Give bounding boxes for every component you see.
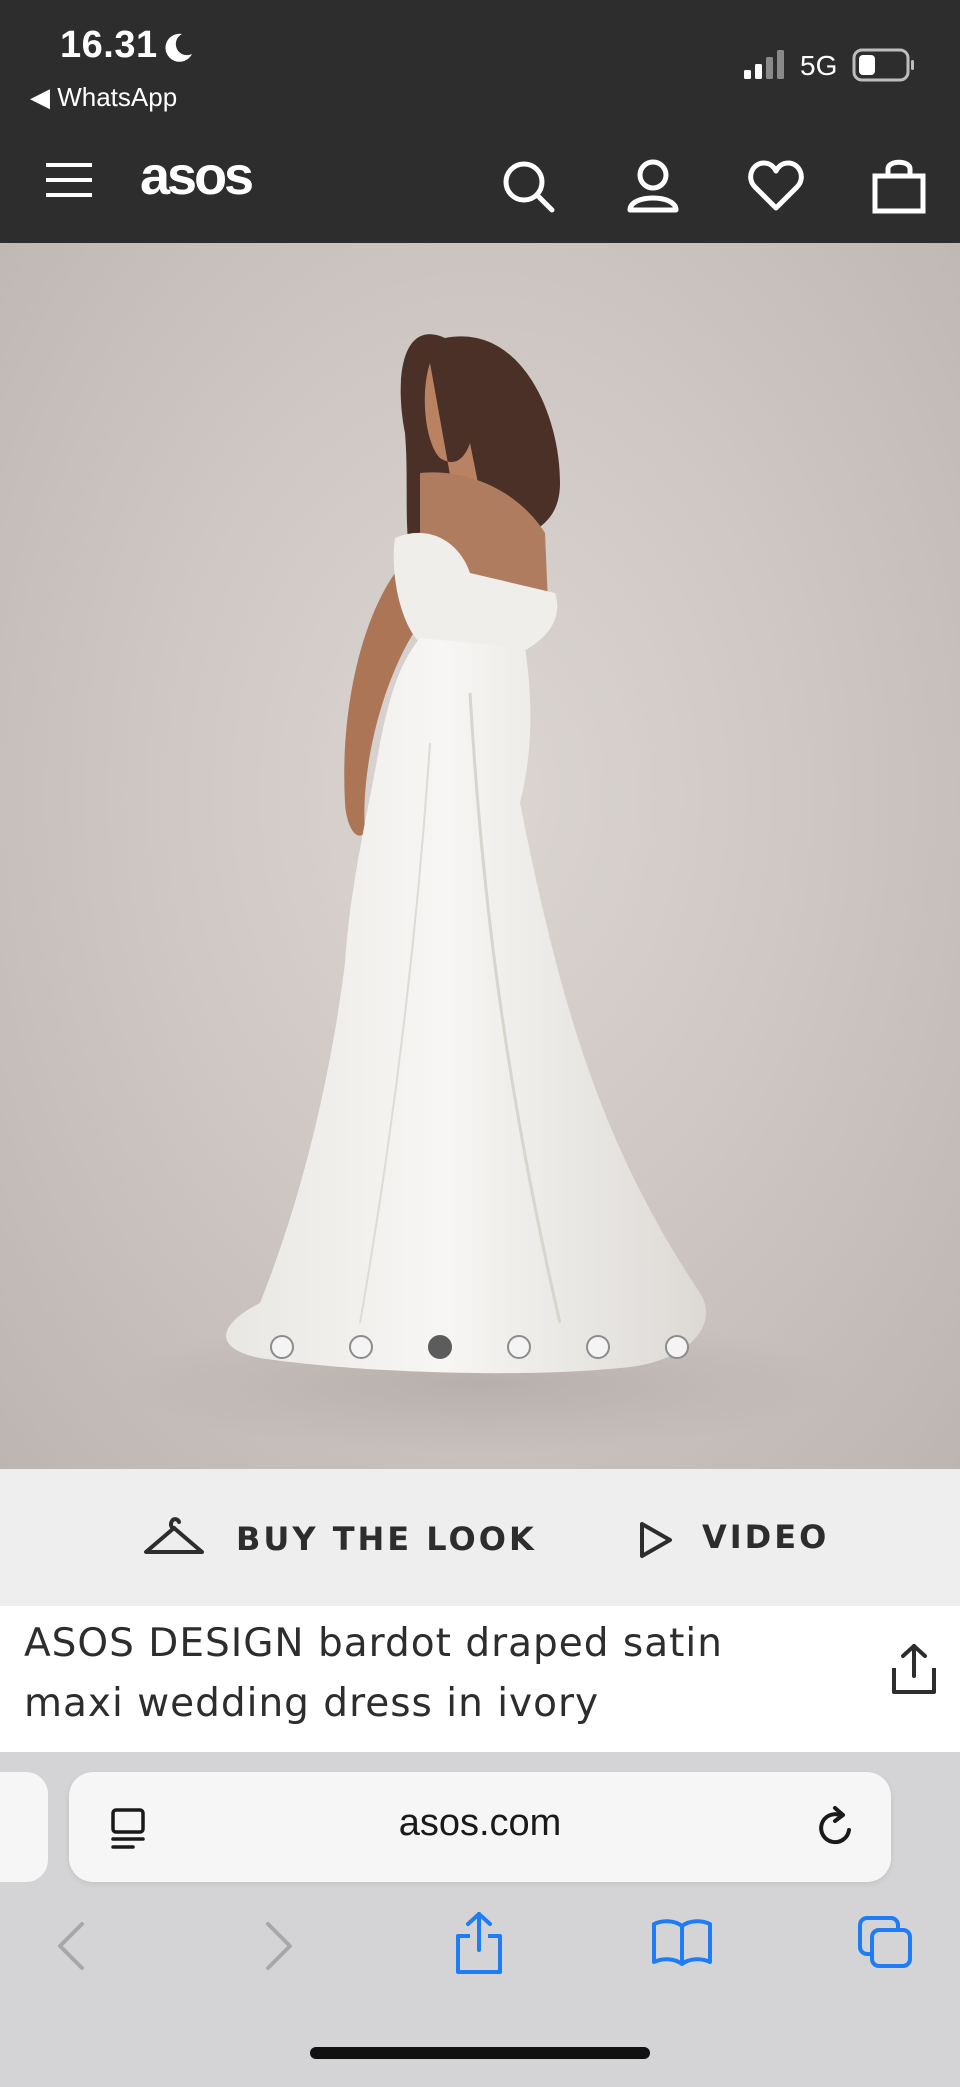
url-text: asos.com (398, 1802, 562, 1844)
back-icon[interactable] (54, 1920, 88, 1972)
back-to-app-link[interactable]: ◀ WhatsApp (30, 82, 177, 113)
previous-tab-preview[interactable] (0, 1772, 48, 1882)
gallery-dot-1[interactable] (270, 1335, 294, 1359)
share-sheet-icon[interactable] (452, 1910, 506, 1976)
bookmarks-icon[interactable] (650, 1916, 714, 1968)
home-indicator (310, 2047, 650, 2059)
status-time: 16.31 (60, 24, 158, 66)
product-info: ASOS DESIGN bardot draped satin maxi wed… (0, 1606, 960, 1752)
bag-icon[interactable] (872, 158, 926, 214)
gallery-dot-2[interactable] (349, 1335, 373, 1359)
video-button[interactable]: VIDEO (632, 1510, 842, 1570)
buy-the-look-button[interactable]: BUY THE LOOK (140, 1510, 534, 1570)
tabs-icon[interactable] (856, 1914, 916, 1972)
gallery-dot-3-active[interactable] (428, 1335, 452, 1359)
model-wedding-dress-photo (120, 334, 840, 1453)
network-label: 5G (800, 50, 838, 81)
buy-the-look-label: BUY THE LOOK (236, 1520, 537, 1558)
gallery-dot-4[interactable] (507, 1335, 531, 1359)
hanger-icon (144, 1517, 204, 1554)
play-icon (640, 1522, 672, 1558)
reload-icon[interactable] (813, 1804, 859, 1850)
forward-icon[interactable] (262, 1920, 296, 1972)
battery-icon (852, 48, 914, 82)
search-icon[interactable] (502, 160, 556, 214)
gallery-dot-5[interactable] (586, 1335, 610, 1359)
video-label: VIDEO (702, 1518, 830, 1556)
menu-icon[interactable] (46, 160, 94, 200)
signal-icon (744, 50, 784, 79)
product-image[interactable] (0, 243, 960, 1469)
asos-logo[interactable]: asos (140, 148, 254, 204)
share-icon[interactable] (890, 1642, 938, 1696)
moon-icon (165, 33, 192, 62)
product-title: ASOS DESIGN bardot draped satin maxi wed… (24, 1621, 723, 1726)
heart-icon[interactable] (748, 160, 804, 212)
address-bar[interactable]: asos.com (69, 1772, 891, 1882)
account-icon[interactable] (626, 158, 680, 214)
gallery-dot-6[interactable] (665, 1335, 689, 1359)
